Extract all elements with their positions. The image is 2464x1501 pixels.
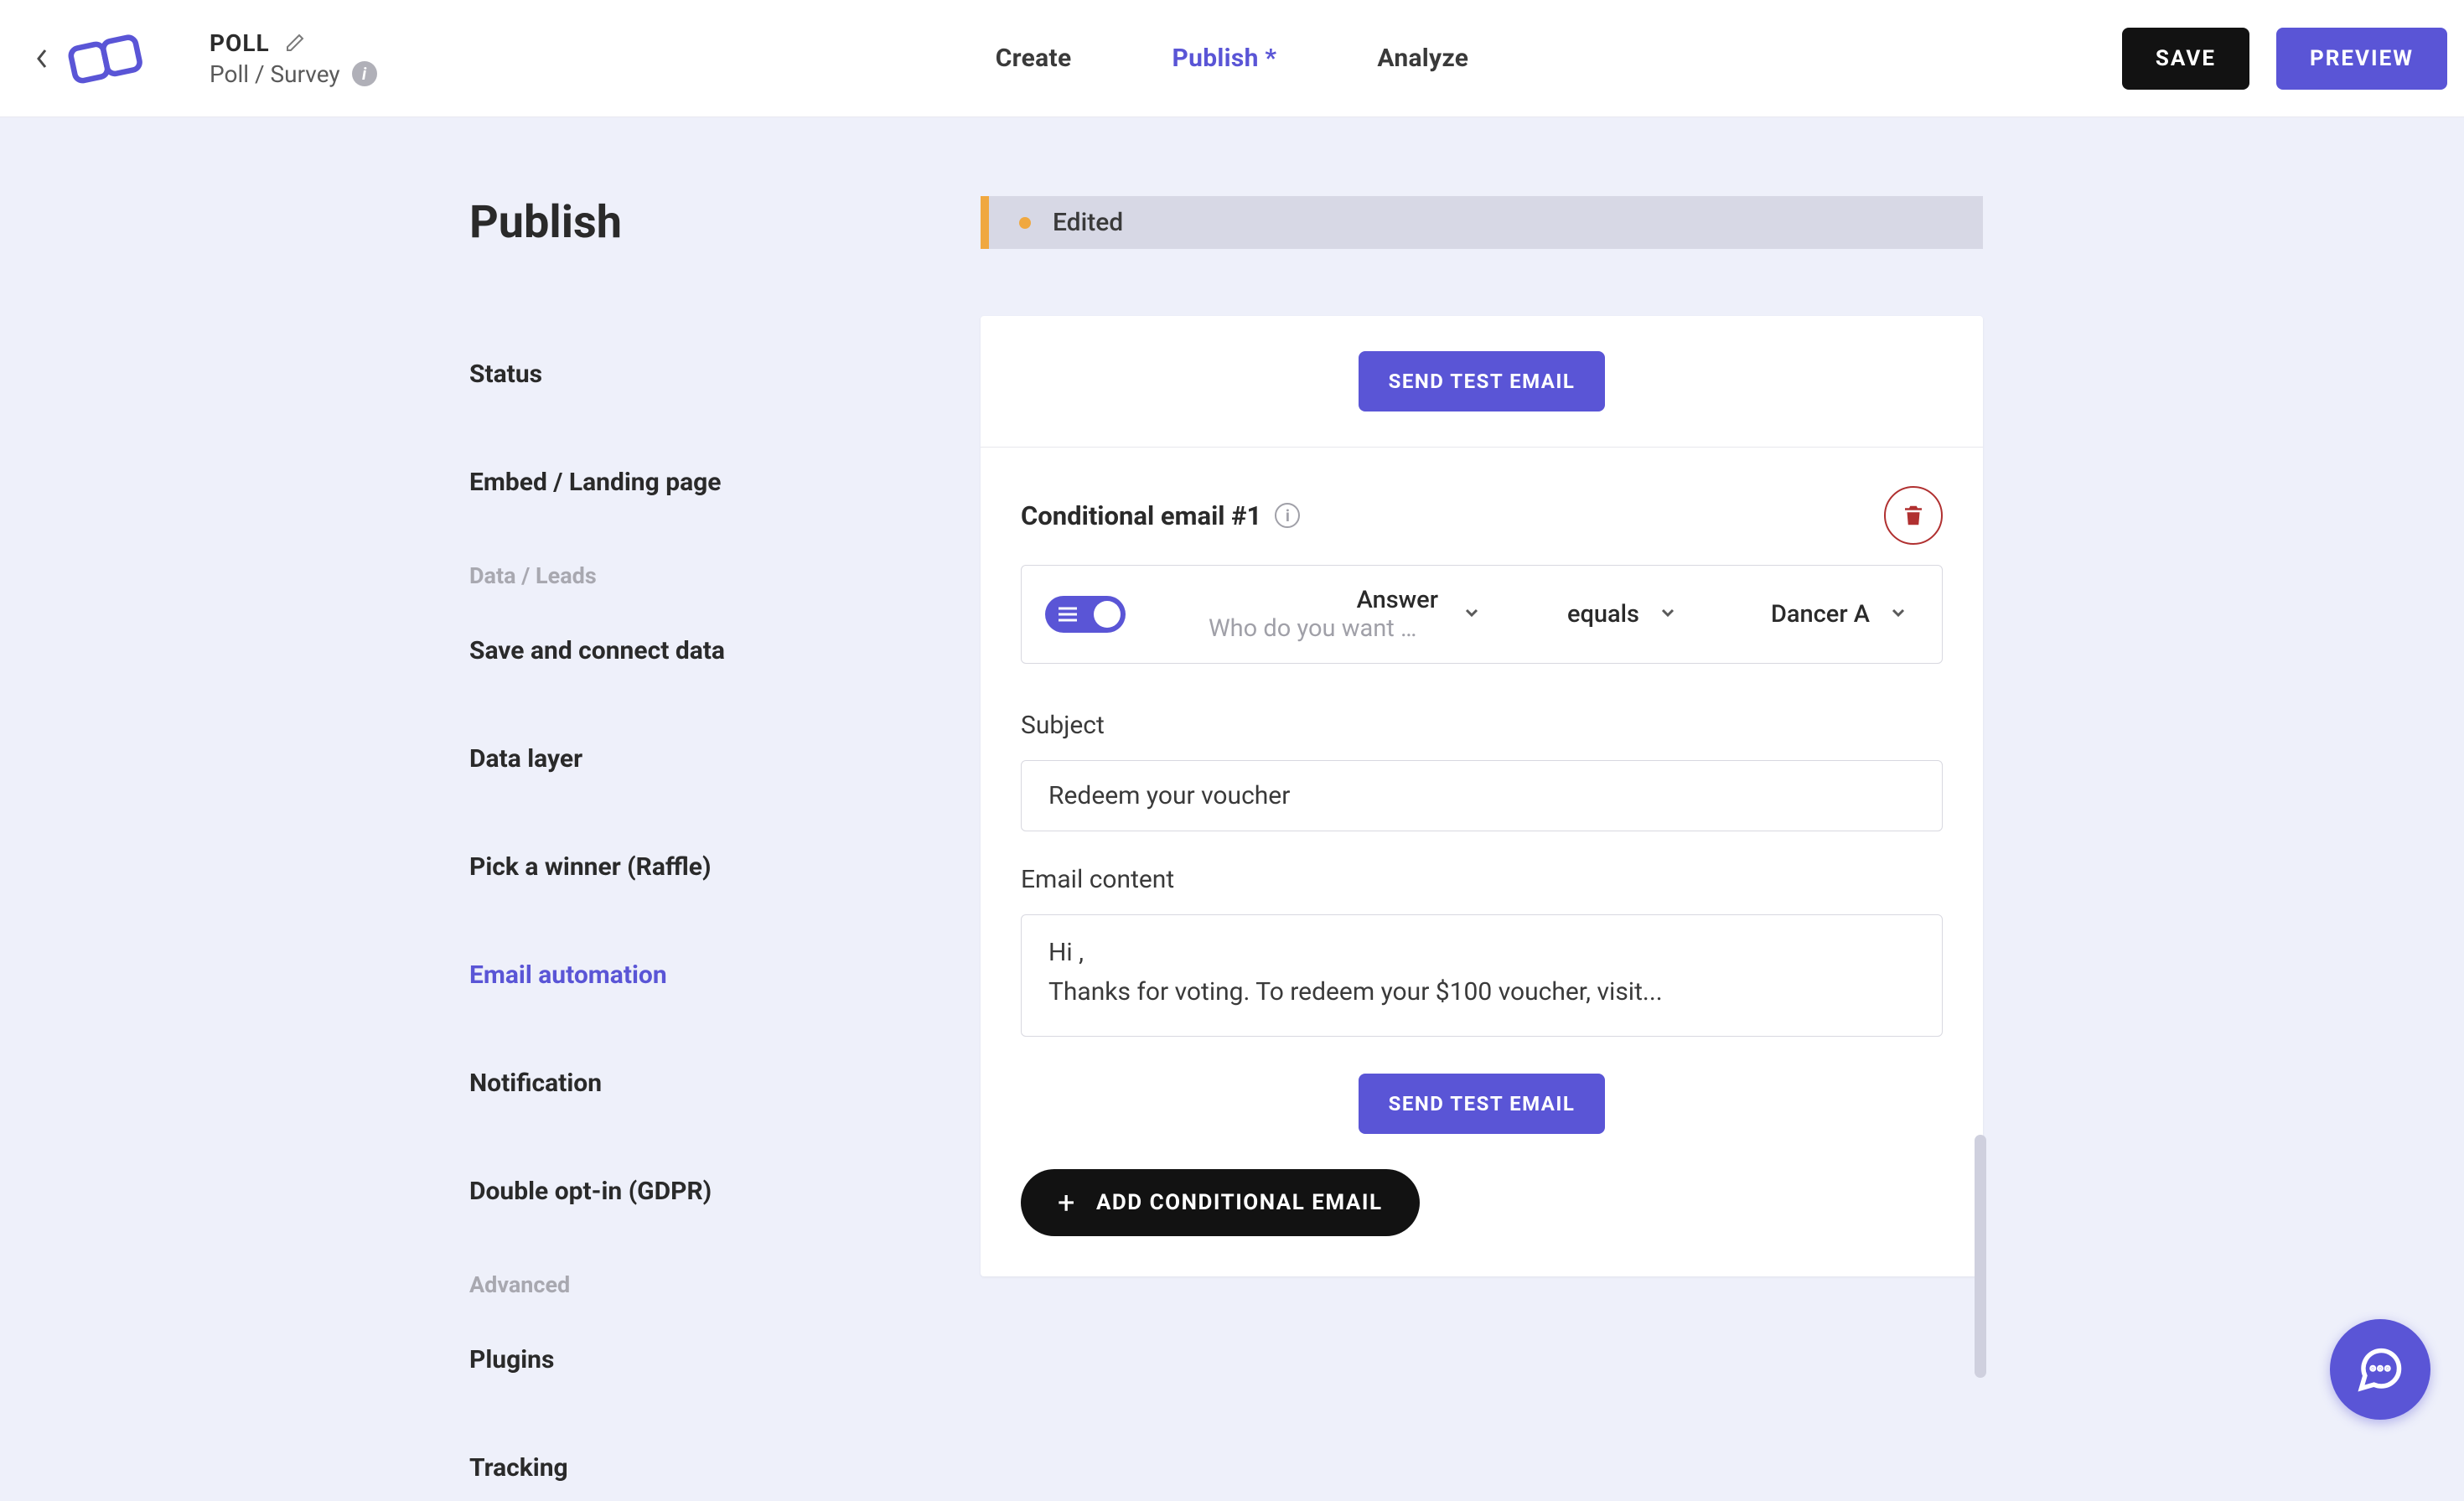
sidebar-item-notification[interactable]: Notification — [469, 1050, 939, 1116]
subject-label: Subject — [1021, 711, 1943, 740]
condition-field-label: Answer — [1209, 586, 1443, 614]
preview-button[interactable]: PREVIEW — [2276, 28, 2447, 90]
publish-sidebar: Publish Status Embed / Landing page Data… — [469, 196, 939, 1453]
condition-operator-select[interactable]: equals — [1567, 600, 1639, 629]
top-app-bar: POLL Poll / Survey i Create Publish * An… — [0, 0, 2464, 117]
back-button[interactable] — [25, 42, 59, 75]
project-info-button[interactable]: i — [352, 61, 377, 86]
info-icon: i — [1286, 506, 1290, 525]
send-test-email-bottom-button[interactable]: SEND TEST EMAIL — [1359, 1074, 1606, 1134]
sidebar-item-plugins[interactable]: Plugins — [469, 1327, 939, 1393]
email-content-label: Email content — [1021, 865, 1943, 894]
chevron-down-icon — [1658, 603, 1678, 623]
question-picker-toggle[interactable] — [1045, 596, 1126, 633]
nav-analyze[interactable]: Analyze — [1377, 44, 1468, 73]
condition-field-chevron[interactable] — [1452, 603, 1492, 626]
project-title: POLL — [210, 29, 270, 57]
condition-logic-row: Answer Who do you want … equals Dancer A — [1021, 565, 1943, 664]
scrollbar-thumb[interactable] — [1975, 1135, 1986, 1378]
subject-input[interactable] — [1021, 760, 1943, 831]
sidebar-item-double-optin[interactable]: Double opt-in (GDPR) — [469, 1158, 939, 1224]
project-title-block: POLL Poll / Survey i — [210, 29, 377, 88]
email-content-textarea[interactable] — [1021, 914, 1943, 1037]
sidebar-item-data-layer[interactable]: Data layer — [469, 726, 939, 792]
email-automation-card: SEND TEST EMAIL Conditional email #1 i — [981, 316, 1983, 1276]
sidebar-group-advanced: Advanced — [469, 1271, 939, 1298]
add-conditional-email-label: ADD CONDITIONAL EMAIL — [1096, 1190, 1383, 1215]
pencil-icon — [285, 33, 305, 53]
chevron-left-icon — [34, 47, 49, 70]
trash-icon — [1901, 503, 1926, 528]
sidebar-item-status[interactable]: Status — [469, 341, 939, 407]
sidebar-item-email-automation[interactable]: Email automation — [469, 942, 939, 1008]
status-text: Edited — [1053, 208, 1123, 237]
nav-create[interactable]: Create — [996, 44, 1072, 73]
conditional-email-info-button[interactable]: i — [1275, 503, 1300, 528]
info-icon: i — [362, 64, 366, 84]
sidebar-item-embed[interactable]: Embed / Landing page — [469, 449, 939, 515]
sidebar-item-save-connect[interactable]: Save and connect data — [469, 618, 939, 684]
condition-value-chevron[interactable] — [1878, 603, 1918, 626]
conditional-email-title: Conditional email #1 — [1021, 500, 1261, 531]
status-dot-icon — [1019, 217, 1031, 229]
project-subtitle: Poll / Survey — [210, 60, 340, 88]
edit-title-button[interactable] — [285, 33, 305, 53]
support-chat-button[interactable] — [2330, 1319, 2430, 1420]
chevron-down-icon — [1888, 603, 1908, 623]
condition-value-select[interactable]: Dancer A — [1771, 600, 1870, 629]
logo-icon — [60, 19, 151, 97]
send-test-email-top-button[interactable]: SEND TEST EMAIL — [1359, 351, 1606, 411]
chevron-down-icon — [1462, 603, 1482, 623]
publish-content: Edited SEND TEST EMAIL Conditional email… — [981, 196, 1983, 1453]
brand-logo[interactable] — [59, 21, 151, 96]
sidebar-title: Publish — [469, 196, 939, 249]
main-nav: Create Publish * Analyze — [996, 44, 1469, 73]
sidebar-item-tracking[interactable]: Tracking — [469, 1435, 939, 1501]
sidebar-group-data-leads: Data / Leads — [469, 562, 939, 589]
chat-icon — [2355, 1344, 2405, 1395]
sidebar-item-raffle[interactable]: Pick a winner (Raffle) — [469, 834, 939, 900]
nav-publish[interactable]: Publish * — [1172, 44, 1276, 73]
hamburger-icon — [1059, 606, 1077, 626]
save-button[interactable]: SAVE — [2122, 28, 2249, 90]
add-conditional-email-button[interactable]: + ADD CONDITIONAL EMAIL — [1021, 1169, 1420, 1236]
condition-field-select[interactable]: Answer Who do you want … — [1209, 586, 1443, 643]
status-banner: Edited — [981, 196, 1983, 249]
header-actions: SAVE PREVIEW — [2122, 28, 2447, 90]
plus-icon: + — [1058, 1188, 1076, 1218]
condition-field-sublabel: Who do you want … — [1209, 614, 1443, 643]
delete-conditional-email-button[interactable] — [1884, 486, 1943, 545]
condition-operator-chevron[interactable] — [1648, 603, 1688, 626]
